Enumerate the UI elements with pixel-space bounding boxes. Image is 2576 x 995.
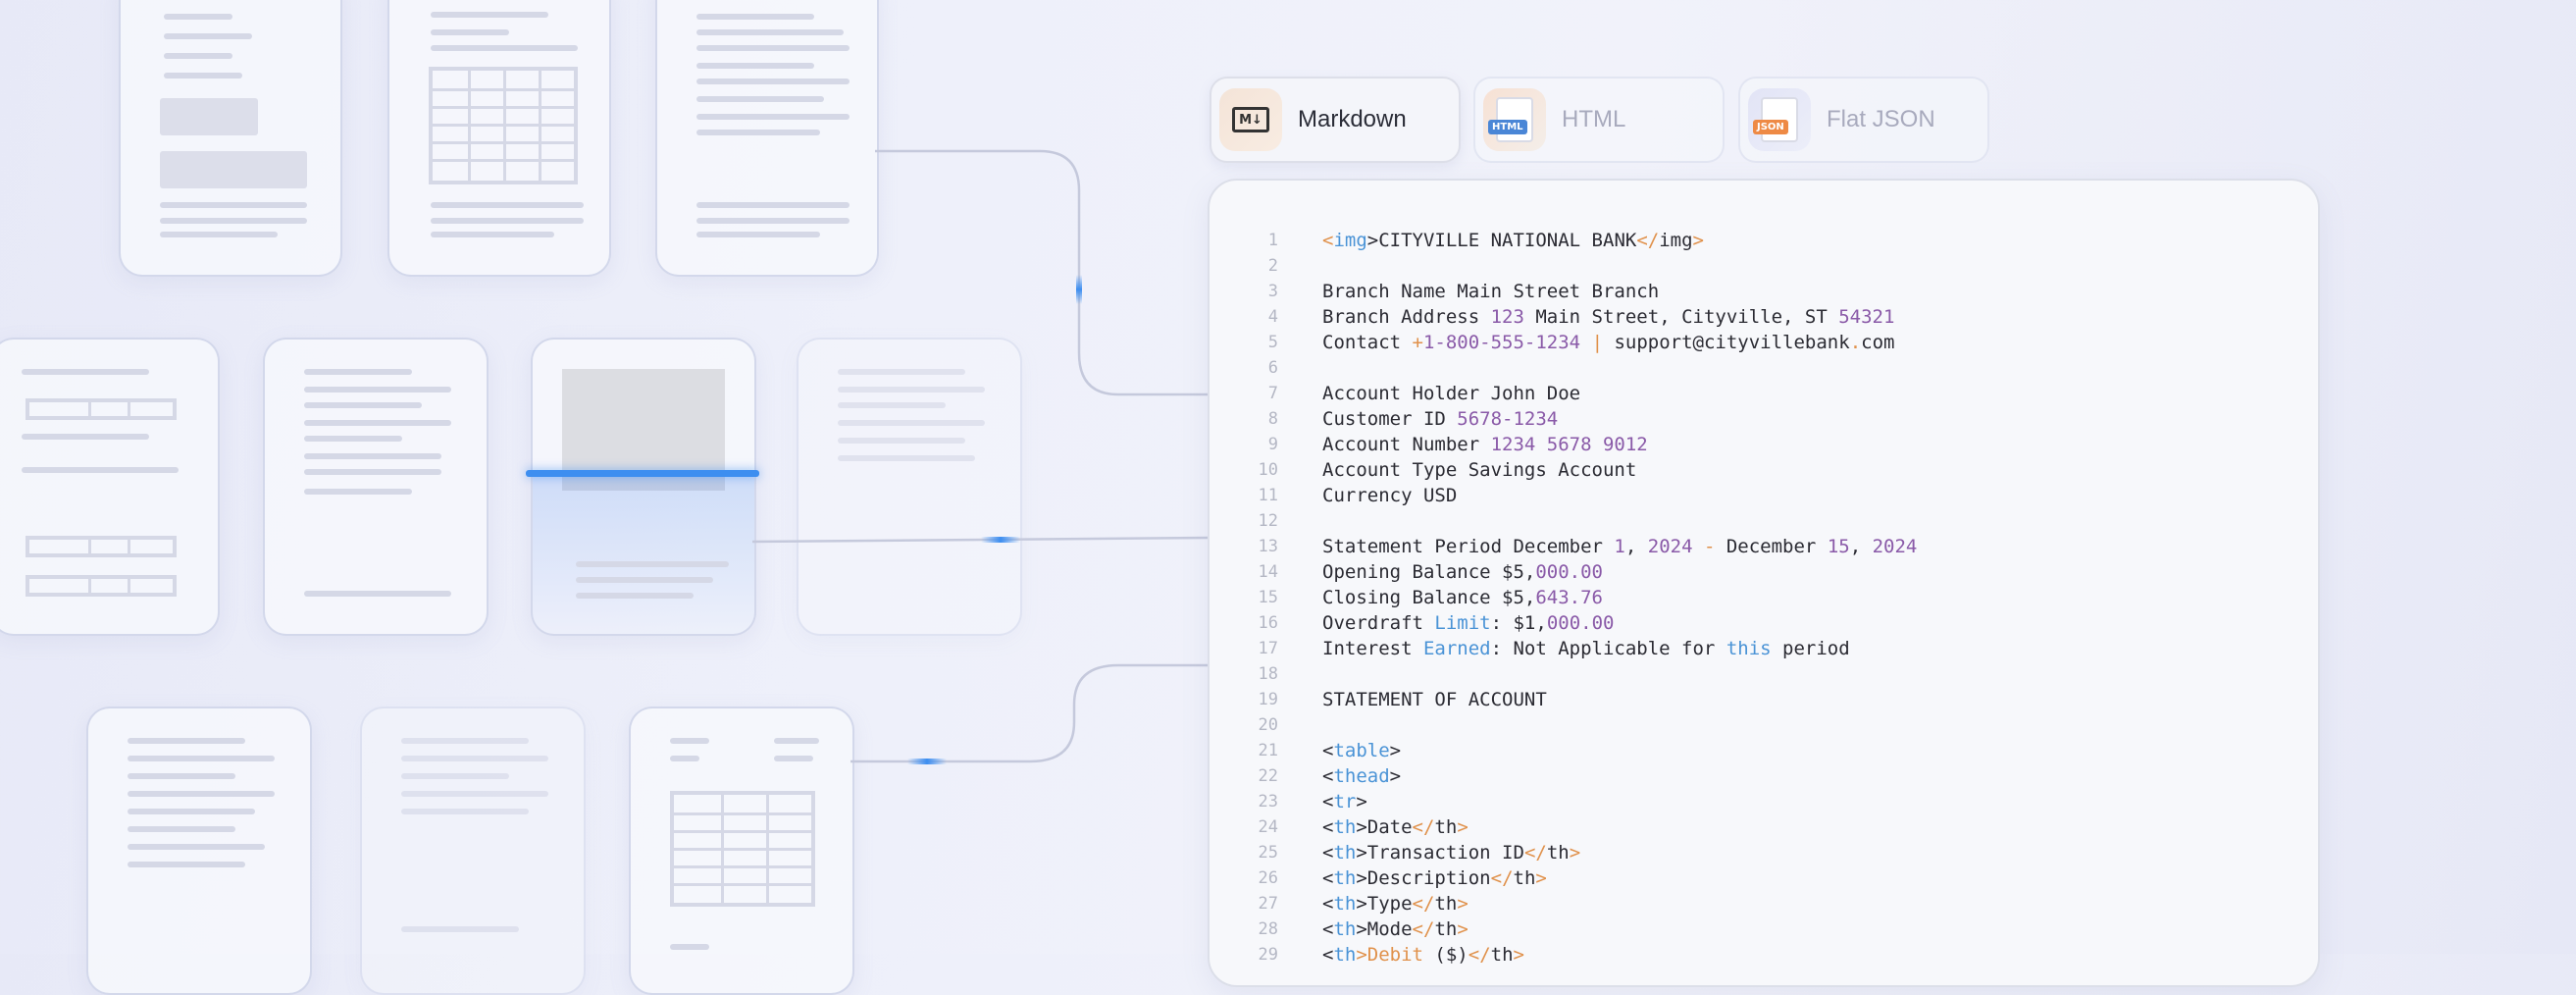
code-line: 28 <th>Mode</th> — [1210, 916, 2318, 942]
tab-label: HTML — [1562, 106, 1626, 132]
line-text: <thead> — [1322, 765, 1402, 787]
line-number: 17 — [1258, 639, 1278, 658]
code-line: 18 — [1210, 661, 2318, 687]
code-line: 13 Statement Period December 1, 2024 - De… — [1210, 534, 2318, 559]
line-number: 22 — [1258, 766, 1278, 786]
line-number: 3 — [1267, 282, 1278, 301]
line-text: <table> — [1322, 740, 1402, 761]
line-text: <img>CITYVILLE NATIONAL BANK</img> — [1322, 230, 1704, 251]
code-line: 5 Contact +1-800-555-1234 | support@cityv… — [1210, 330, 2318, 355]
line-text: Account Number 1234 5678 9012 — [1322, 434, 1648, 455]
line-number: 1 — [1267, 231, 1278, 250]
tab-markdown[interactable]: M↓ Markdown — [1210, 77, 1461, 163]
code-line: 4 Branch Address 123 Main Street, Cityvil… — [1210, 304, 2318, 330]
line-number: 6 — [1267, 358, 1278, 378]
line-text: Currency USD — [1322, 485, 1458, 506]
line-text: STATEMENT OF ACCOUNT — [1322, 689, 1547, 710]
line-number: 14 — [1258, 562, 1278, 582]
line-text: <th>Debit ($)</th> — [1322, 944, 1524, 966]
line-text: Interest Earned: Not Applicable for this… — [1322, 638, 1850, 659]
code-line: 23 <tr> — [1210, 789, 2318, 814]
line-text: Branch Name Main Street Branch — [1322, 281, 1660, 302]
line-number: 11 — [1258, 486, 1278, 505]
line-number: 24 — [1258, 817, 1278, 837]
code-line: 8 Customer ID 5678-1234 — [1210, 406, 2318, 432]
line-number: 10 — [1258, 460, 1278, 480]
code-line: 21 <table> — [1210, 738, 2318, 763]
tab-flat-json[interactable]: JSON Flat JSON — [1738, 77, 1989, 163]
code-line: 29 <th>Debit ($)</th> — [1210, 942, 2318, 968]
code-preview-panel[interactable]: 1 <img>CITYVILLE NATIONAL BANK</img> 2 3 Bra… — [1208, 179, 2320, 987]
line-text: <th>Transaction ID</th> — [1322, 842, 1581, 864]
line-number: 12 — [1258, 511, 1278, 531]
code-line: 1 <img>CITYVILLE NATIONAL BANK</img> — [1210, 228, 2318, 253]
tab-label: Markdown — [1298, 106, 1407, 132]
line-number: 7 — [1267, 384, 1278, 403]
code-line: 27 <th>Type</th> — [1210, 891, 2318, 916]
line-text: Statement Period December 1, 2024 - Dece… — [1322, 536, 1918, 557]
line-number: 26 — [1258, 868, 1278, 888]
code-line: 16 Overdraft Limit: $1,000.00 — [1210, 610, 2318, 636]
code-line: 6 — [1210, 355, 2318, 381]
line-number: 15 — [1258, 588, 1278, 607]
markdown-code: 1 <img>CITYVILLE NATIONAL BANK</img> 2 3 Bra… — [1210, 228, 2318, 968]
line-text: <th>Mode</th> — [1322, 918, 1468, 940]
code-line: 7 Account Holder John Doe — [1210, 381, 2318, 406]
line-number: 25 — [1258, 843, 1278, 863]
line-number: 19 — [1258, 690, 1278, 709]
line-text: <th>Date</th> — [1322, 816, 1468, 838]
line-number: 16 — [1258, 613, 1278, 633]
background-illustration: M↓ Markdown HTML HTML JSON Flat JSON 1 <i… — [0, 0, 2576, 995]
html-file-icon: HTML — [1483, 88, 1546, 151]
line-text: Opening Balance $5,000.00 — [1322, 561, 1603, 583]
code-line: 25 <th>Transaction ID</th> — [1210, 840, 2318, 865]
json-file-icon: JSON — [1748, 88, 1811, 151]
line-text: Customer ID 5678-1234 — [1322, 408, 1559, 430]
code-line: 20 — [1210, 712, 2318, 738]
code-line: 14 Opening Balance $5,000.00 — [1210, 559, 2318, 585]
line-number: 18 — [1258, 664, 1278, 684]
line-number: 27 — [1258, 894, 1278, 914]
tab-label: Flat JSON — [1827, 106, 1935, 132]
code-line: 19 STATEMENT OF ACCOUNT — [1210, 687, 2318, 712]
line-text: Contact +1-800-555-1234 | support@cityvi… — [1322, 332, 1895, 353]
line-text: Branch Address 123 Main Street, Cityvill… — [1322, 306, 1895, 328]
code-line: 9 Account Number 1234 5678 9012 — [1210, 432, 2318, 457]
code-line: 11 Currency USD — [1210, 483, 2318, 508]
markdown-file-icon: M↓ — [1219, 88, 1282, 151]
line-text: Closing Balance $5,643.76 — [1322, 587, 1603, 608]
line-number: 28 — [1258, 919, 1278, 939]
line-text: <tr> — [1322, 791, 1367, 812]
line-number: 23 — [1258, 792, 1278, 812]
code-line: 24 <th>Date</th> — [1210, 814, 2318, 840]
code-line: 10 Account Type Savings Account — [1210, 457, 2318, 483]
line-number: 20 — [1258, 715, 1278, 735]
line-text: Overdraft Limit: $1,000.00 — [1322, 612, 1615, 634]
line-number: 21 — [1258, 741, 1278, 760]
code-line: 22 <thead> — [1210, 763, 2318, 789]
line-number: 9 — [1267, 435, 1278, 454]
line-number: 29 — [1258, 945, 1278, 965]
code-line: 2 — [1210, 253, 2318, 279]
code-line: 12 — [1210, 508, 2318, 534]
code-line: 26 <th>Description</th> — [1210, 865, 2318, 891]
line-text: <th>Type</th> — [1322, 893, 1468, 915]
line-text: Account Type Savings Account — [1322, 459, 1637, 481]
line-number: 13 — [1258, 537, 1278, 556]
line-text: Account Holder John Doe — [1322, 383, 1581, 404]
code-line: 15 Closing Balance $5,643.76 — [1210, 585, 2318, 610]
line-number: 4 — [1267, 307, 1278, 327]
code-line: 3 Branch Name Main Street Branch — [1210, 279, 2318, 304]
line-number: 8 — [1267, 409, 1278, 429]
code-line: 17 Interest Earned: Not Applicable for th… — [1210, 636, 2318, 661]
line-number: 2 — [1267, 256, 1278, 276]
line-number: 5 — [1267, 333, 1278, 352]
tab-html[interactable]: HTML HTML — [1473, 77, 1725, 163]
line-text: <th>Description</th> — [1322, 867, 1547, 889]
